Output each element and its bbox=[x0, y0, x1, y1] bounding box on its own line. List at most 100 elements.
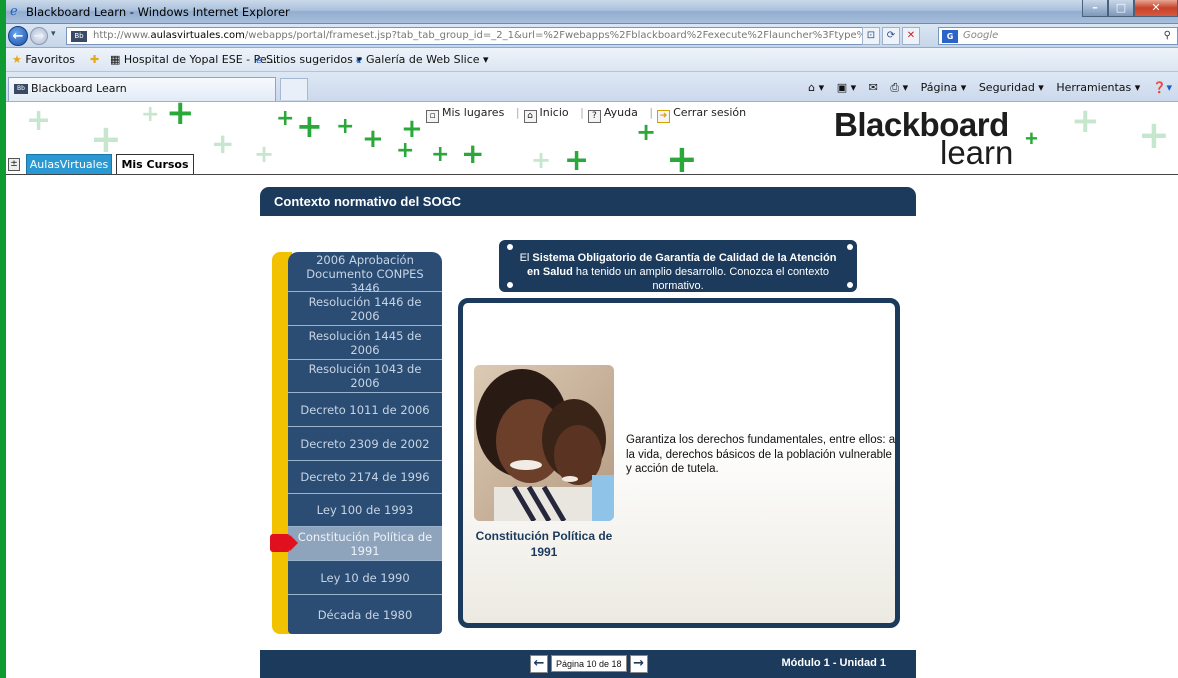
url-prefix: http://www. bbox=[93, 30, 151, 41]
feeds-icon[interactable]: ▣ ▾ bbox=[837, 81, 856, 94]
header-divider bbox=[6, 174, 1178, 175]
search-input[interactable]: G Google ⚲ bbox=[938, 27, 1178, 45]
plus-decoration-icon: + bbox=[461, 137, 485, 170]
url-domain: aulasvirtuales.com bbox=[150, 30, 245, 41]
page-menu[interactable]: Página ▾ bbox=[921, 81, 967, 94]
add-favorites-icon[interactable]: ✚ bbox=[90, 53, 99, 66]
maximize-button[interactable]: □ bbox=[1108, 0, 1134, 17]
help-link[interactable]: Ayuda bbox=[604, 106, 638, 119]
plus-decoration-icon: + bbox=[254, 140, 275, 168]
corner-dot bbox=[507, 282, 513, 288]
plus-decoration-icon: + bbox=[276, 106, 295, 131]
tab-mis-cursos[interactable]: Mis Cursos bbox=[116, 154, 194, 175]
site-favicon-icon: Bb bbox=[14, 84, 28, 94]
forward-button[interactable]: → bbox=[30, 27, 48, 45]
tab-aulasvirtuales[interactable]: AulasVirtuales bbox=[26, 154, 112, 175]
security-menu[interactable]: Seguridad ▾ bbox=[979, 81, 1044, 94]
collapse-toggle-icon[interactable]: ± bbox=[8, 158, 20, 171]
favorites-button[interactable]: ★ Favoritos bbox=[12, 53, 75, 66]
command-bar: ⌂ ▾ ▣ ▾ ✉ ⎙ ▾ Página ▾ Seguridad ▾ Herra… bbox=[799, 81, 1172, 95]
detail-caption: Constitución Política de 1991 bbox=[475, 529, 613, 559]
favorites-bar: ★ Favoritos ✚ ▦ Hospital de Yopal ESE - … bbox=[6, 48, 1178, 72]
new-tab-button[interactable] bbox=[280, 78, 308, 100]
plus-decoration-icon: + bbox=[396, 138, 415, 163]
plus-decoration-icon: + bbox=[431, 142, 450, 167]
timeline-item-constitucion[interactable]: Constitución Política de 1991 bbox=[288, 527, 442, 561]
tab-bar: Bb Blackboard Learn ⌂ ▾ ▣ ▾ ✉ ⎙ ▾ Página… bbox=[6, 72, 1178, 102]
timeline-item-dec-1011[interactable]: Decreto 1011 de 2006 bbox=[288, 393, 442, 427]
mother-child-photo bbox=[474, 365, 614, 521]
plus-decoration-icon: + bbox=[362, 124, 384, 154]
close-button[interactable]: ✕ bbox=[1134, 0, 1178, 17]
timeline-item-ley-100[interactable]: Ley 100 de 1993 bbox=[288, 494, 442, 527]
home-link[interactable]: Inicio bbox=[540, 106, 569, 119]
timeline-item-dec-2174[interactable]: Decreto 2174 de 1996 bbox=[288, 461, 442, 494]
refresh-icon[interactable]: ⟳ bbox=[882, 27, 900, 45]
star-icon: ★ bbox=[12, 53, 22, 66]
minimize-button[interactable]: – bbox=[1082, 0, 1108, 17]
back-button[interactable]: ← bbox=[8, 26, 28, 46]
help-icon: ? bbox=[587, 110, 601, 123]
my-places-link[interactable]: Mis lugares bbox=[442, 106, 504, 119]
plus-decoration-icon: + bbox=[141, 102, 160, 127]
learn-logo: learn + bbox=[940, 126, 1038, 171]
browser-window: ℯ Blackboard Learn - Windows Internet Ex… bbox=[6, 0, 1178, 678]
blackboard-header: + + + + + + + + + + + + + + + + + + + + … bbox=[6, 102, 1178, 175]
home-icon[interactable]: ⌂ ▾ bbox=[808, 81, 824, 94]
timeline-item-res-1446[interactable]: Resolución 1446 de 2006 bbox=[288, 292, 442, 326]
my-places-icon: ▫ bbox=[426, 110, 439, 123]
plus-decoration-icon: + bbox=[564, 143, 590, 176]
logout-icon: ➜ bbox=[657, 110, 671, 123]
logout-link[interactable]: Cerrar sesión bbox=[673, 106, 746, 119]
print-icon[interactable]: ⎙ ▾ bbox=[890, 81, 908, 94]
plus-decoration-icon: + bbox=[636, 118, 657, 146]
plus-decoration-icon: + bbox=[166, 102, 195, 133]
stop-icon[interactable]: ✕ bbox=[902, 27, 920, 45]
google-icon: G bbox=[942, 30, 958, 43]
timeline-item-res-1043[interactable]: Resolución 1043 de 2006 bbox=[288, 360, 442, 393]
timeline-item-res-1445[interactable]: Resolución 1445 de 2006 bbox=[288, 326, 442, 360]
previous-page-button[interactable]: ← bbox=[530, 654, 548, 673]
plus-decoration-icon: + bbox=[336, 114, 355, 139]
compatibility-view-icon[interactable]: ⊡ bbox=[862, 27, 880, 45]
tab-label: Blackboard Learn bbox=[31, 82, 127, 95]
timeline-list: 2006 Aprobación Documento CONPES 3446 Re… bbox=[288, 252, 442, 634]
address-toolbar: ← → ▾ Bb http://www.aulasvirtuales.com/w… bbox=[6, 24, 1178, 48]
plus-decoration-icon: + bbox=[26, 103, 52, 138]
plus-decoration-icon: + bbox=[90, 117, 122, 161]
timeline-item-decada-1980[interactable]: Década de 1980 bbox=[288, 595, 442, 634]
plus-decoration-icon: + bbox=[1071, 102, 1100, 141]
timeline-item-ley-10[interactable]: Ley 10 de 1990 bbox=[288, 561, 442, 595]
title-bar: ℯ Blackboard Learn - Windows Internet Ex… bbox=[6, 0, 1178, 24]
page-indicator: Página 10 de 18 bbox=[551, 655, 627, 672]
favorite-link-hospital[interactable]: ▦ Hospital de Yopal ESE - Pe... bbox=[110, 53, 277, 66]
photo-illustration bbox=[474, 365, 614, 521]
help-icon[interactable]: ❓▾ bbox=[1153, 81, 1172, 94]
plus-decoration-icon: + bbox=[211, 127, 235, 160]
timeline-item-conpes[interactable]: 2006 Aprobación Documento CONPES 3446 bbox=[288, 252, 442, 295]
course-footer: ← Página 10 de 18 → Módulo 1 - Unidad 1 bbox=[260, 650, 916, 678]
plus-decoration-icon: + bbox=[296, 107, 323, 145]
favorite-link-suggested[interactable]: ℯ Sitios sugeridos ▾ bbox=[256, 53, 362, 66]
pager: ← Página 10 de 18 → bbox=[530, 654, 648, 673]
ie-logo-icon: ℯ bbox=[10, 4, 18, 19]
mail-icon[interactable]: ✉ bbox=[869, 81, 878, 94]
detail-text: Garantiza los derechos fundamentales, en… bbox=[626, 434, 896, 475]
favorite-link-webslice[interactable]: ℯ Galería de Web Slice ▾ bbox=[356, 53, 489, 66]
history-dropdown-icon[interactable]: ▾ bbox=[51, 29, 56, 39]
next-page-button[interactable]: → bbox=[629, 654, 648, 673]
window-title: Blackboard Learn - Windows Internet Expl… bbox=[26, 5, 290, 19]
url-field[interactable]: Bb http://www.aulasvirtuales.com/webapps… bbox=[66, 27, 878, 45]
tab-blackboard-learn[interactable]: Bb Blackboard Learn bbox=[8, 77, 276, 101]
timeline-item-dec-2309[interactable]: Decreto 2309 de 2002 bbox=[288, 427, 442, 461]
url-rest: /webapps/portal/frameset.jsp?tab_tab_gro… bbox=[244, 30, 878, 41]
bb-top-links: ▫ Mis lugares | ⌂ Inicio |? Ayuda | ➜ Cerrar s… bbox=[426, 106, 750, 123]
module-label: Módulo 1 - Unidad 1 bbox=[781, 657, 887, 669]
plus-decoration-icon: + bbox=[531, 146, 552, 174]
corner-dot bbox=[507, 244, 513, 250]
tools-menu[interactable]: Herramientas ▾ bbox=[1056, 81, 1140, 94]
intro-box: El Sistema Obligatorio de Garantía de Ca… bbox=[499, 240, 857, 292]
plus-decoration-icon: + bbox=[1138, 113, 1170, 157]
search-icon[interactable]: ⚲ bbox=[1164, 28, 1171, 44]
page-title: Contexto normativo del SOGC bbox=[260, 187, 916, 216]
